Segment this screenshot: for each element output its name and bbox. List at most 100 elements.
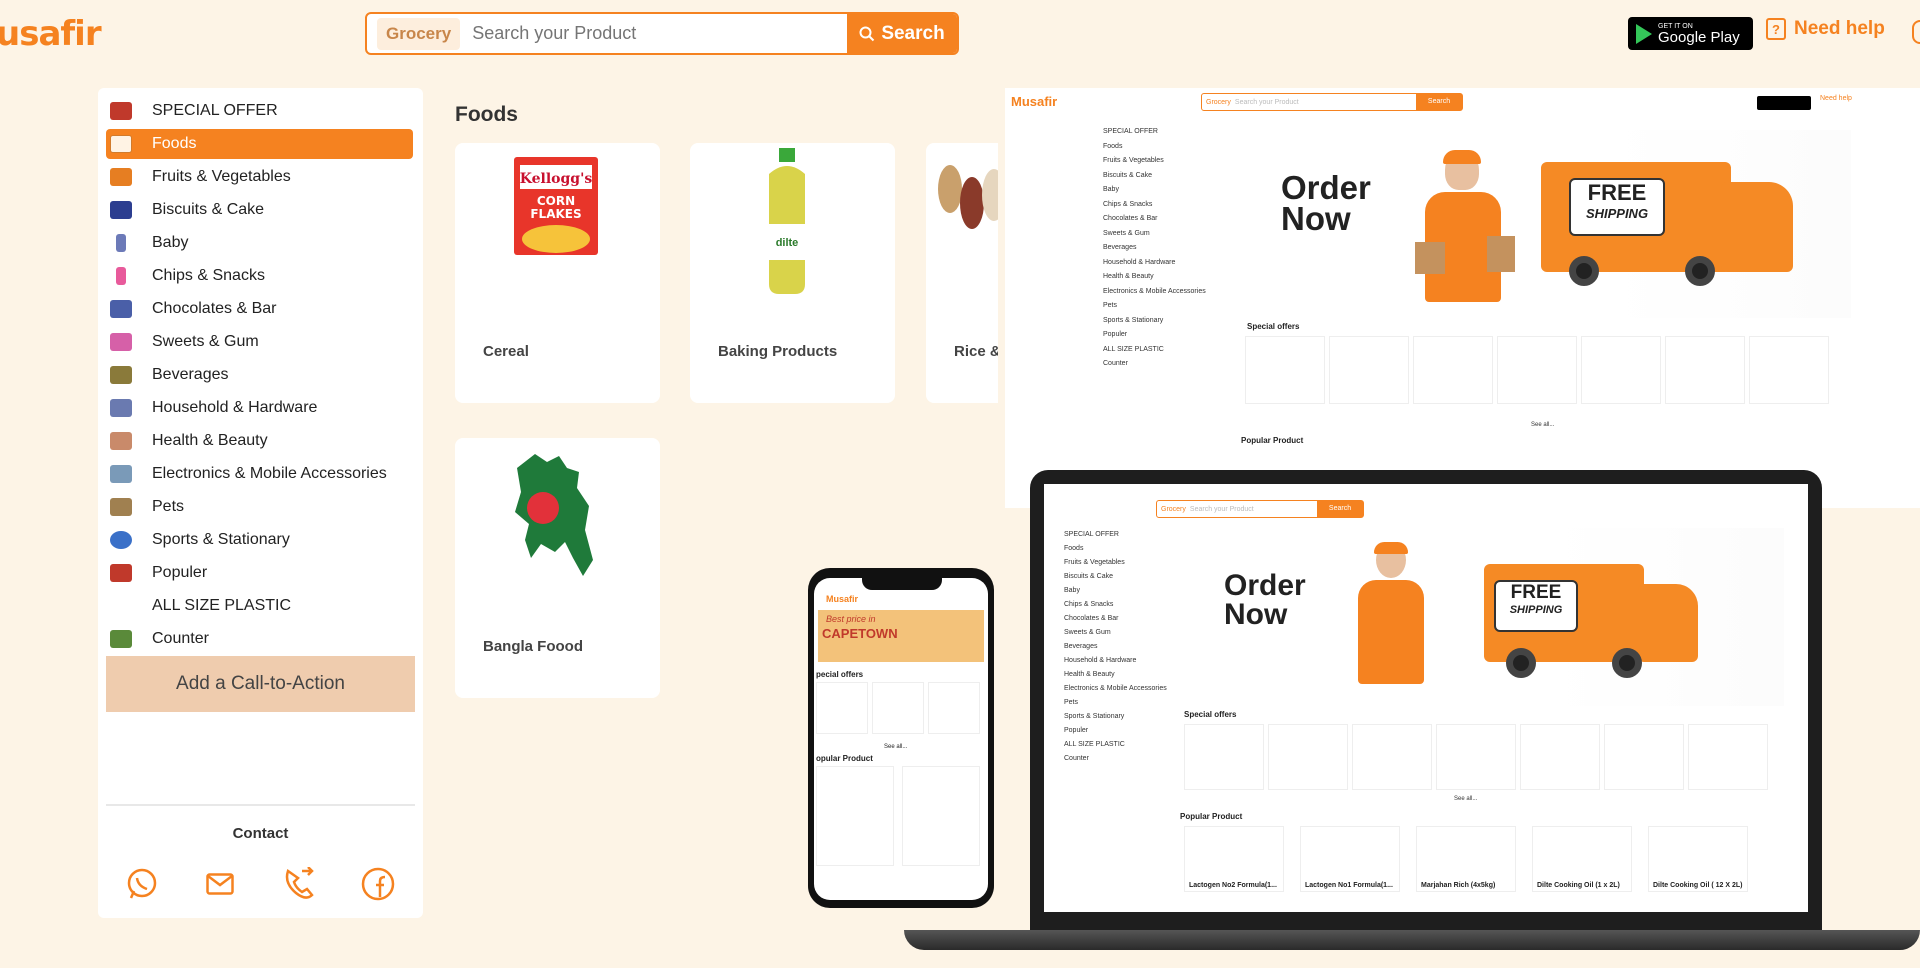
gplay-line2: Google Play [1658, 28, 1740, 46]
sidebar-item-electronics[interactable]: Electronics & Mobile Accessories [106, 459, 413, 489]
sidebar-item-health-beauty[interactable]: Health & Beauty [106, 426, 413, 456]
laptop-side-item: Populer [1064, 727, 1089, 734]
laptop-popular-title: Popular Product [1180, 812, 1243, 821]
mockup-side-item: SPECIAL OFFER [1103, 128, 1158, 135]
sidebar-item-beverages[interactable]: Beverages [106, 360, 413, 390]
login-icon[interactable] [1912, 20, 1920, 44]
laptop-side-item: Electronics & Mobile Accessories [1064, 685, 1167, 692]
mockup-side-item: Beverages [1103, 244, 1137, 251]
email-icon[interactable] [202, 866, 238, 902]
laptop-shipping-text: SHIPPING [1509, 604, 1563, 616]
sidebar-item-special-offer[interactable]: SPECIAL OFFER [106, 96, 413, 126]
need-help-link[interactable]: ? Need help [1766, 18, 1885, 40]
svg-text:Kellogg's: Kellogg's [520, 171, 593, 187]
sidebar-item-chips-snacks[interactable]: Chips & Snacks [106, 261, 413, 291]
brand-logo[interactable]: usafir [0, 14, 102, 54]
laptop-search: Grocery Search your Product Search [1156, 500, 1364, 518]
laptop-product-name: Dilte Cooking Oil (1 x 2L) [1537, 882, 1620, 889]
sidebar-item-foods[interactable]: Foods [106, 129, 413, 159]
google-play-icon [1636, 23, 1652, 44]
category-card-rice-clip: Rice & [920, 130, 998, 410]
whatsapp-icon[interactable] [124, 866, 160, 902]
sidebar-item-household-hardware[interactable]: Household & Hardware [106, 393, 413, 423]
call-to-action-button[interactable]: Add a Call-to-Action [106, 656, 415, 712]
sidebar-item-label: Fruits & Vegetables [152, 168, 291, 185]
chips-icon [116, 267, 126, 285]
mockup-side-item: Fruits & Vegetables [1103, 157, 1164, 164]
sidebar-item-label: Baby [152, 234, 189, 251]
mockup-help: Need help [1820, 95, 1852, 102]
laptop-side-item: Sweets & Gum [1064, 629, 1111, 636]
sidebar-item-label: Counter [152, 630, 209, 647]
sidebar-item-label: Pets [152, 498, 185, 515]
mockup-side-item: Chocolates & Bar [1103, 215, 1158, 222]
search-icon [859, 26, 875, 41]
laptop-screen: Grocery Search your Product Search SPECI… [1044, 484, 1808, 912]
laptop-product-name: Lactogen No1 Formula(1... [1305, 882, 1393, 889]
mockup-side-item: Foods [1103, 142, 1123, 150]
sidebar-item-counter[interactable]: Counter [106, 624, 413, 654]
phone-banner-city: CAPETOWN [822, 626, 898, 641]
sidebar-item-label: Health & Beauty [152, 432, 268, 449]
laptop-special-products [1184, 724, 1768, 790]
sidebar-item-label: Populer [152, 564, 208, 581]
laptop-side-item: Biscuits & Cake [1064, 573, 1114, 580]
sidebar-item-populer[interactable]: Populer [106, 558, 413, 588]
sidebar-item-sports-stationary[interactable]: Sports & Stationary [106, 525, 413, 555]
category-card-baking-products[interactable]: dilte Baking Products [690, 143, 895, 403]
sidebar-item-label: SPECIAL OFFER [152, 102, 278, 119]
sidebar-item-label: Electronics & Mobile Accessories [152, 465, 387, 482]
facebook-icon[interactable] [360, 866, 396, 902]
category-card-rice[interactable]: Rice & [926, 143, 998, 403]
laptop-side-item: SPECIAL OFFER [1064, 531, 1119, 538]
laptop-free-tag: FREE SHIPPING [1494, 580, 1578, 632]
mockup-search: Grocery Search your Product Search [1201, 93, 1463, 111]
mockup-side-item: Populer [1103, 331, 1128, 338]
svg-text:dilte: dilte [776, 237, 799, 249]
search-button[interactable]: Search [847, 14, 957, 53]
phone-special-products [816, 682, 980, 734]
free-text: FREE [1587, 180, 1647, 205]
phone-screen: Musafir Best price in CAPETOWN pecial of… [814, 578, 988, 900]
sidebar-item-label: ALL SIZE PLASTIC [152, 597, 292, 614]
baby-icon [116, 234, 126, 252]
laptop-order-now: Order Now [1224, 571, 1306, 629]
laptop-search-button: Search [1317, 501, 1363, 517]
mockup-search-category: Grocery [1206, 98, 1231, 106]
category-card-cereal[interactable]: Kellogg's CORN FLAKES Cereal [455, 143, 660, 403]
category-sidebar: SPECIAL OFFER Foods Fruits & Vegetables … [98, 88, 423, 918]
laptop-side-item: Fruits & Vegetables [1064, 559, 1125, 566]
svg-text:FLAKES: FLAKES [530, 207, 581, 221]
google-play-badge[interactable]: GET IT ON Google Play [1628, 17, 1753, 50]
sidebar-item-label: Chips & Snacks [152, 267, 265, 284]
search-category-select[interactable]: Grocery [377, 17, 461, 50]
sidebar-item-pets[interactable]: Pets [106, 492, 413, 522]
mockup-side-item: Household & Hardware [1103, 258, 1176, 266]
laptop-side-item: Health & Beauty [1064, 671, 1115, 678]
category-name: Cereal [483, 343, 529, 360]
sidebar-item-baby[interactable]: Baby [106, 228, 413, 258]
mockup-side-item: Sweets & Gum [1103, 229, 1150, 237]
laptop-side-item: Household & Hardware [1064, 657, 1137, 664]
phone-call-icon[interactable] [281, 866, 317, 902]
banner-title-line1: Order [1281, 169, 1371, 206]
search-input[interactable] [460, 23, 847, 44]
sidebar-item-sweets-gum[interactable]: Sweets & Gum [106, 327, 413, 357]
sidebar-item-all-size-plastic[interactable]: ALL SIZE PLASTIC [106, 591, 413, 621]
category-card-bangla-foood[interactable]: Bangla Foood [455, 438, 660, 698]
laptop-sidebar: SPECIAL OFFER Foods Fruits & Vegetables … [1064, 528, 1194, 766]
laptop-base [904, 930, 1920, 950]
sidebar-item-biscuits-cake[interactable]: Biscuits & Cake [106, 195, 413, 225]
free-shipping-tag: FREE SHIPPING [1569, 178, 1665, 236]
sidebar-item-label: Sweets & Gum [152, 333, 259, 350]
sidebar-item-chocolates-bar[interactable]: Chocolates & Bar [106, 294, 413, 324]
help-icon: ? [1766, 18, 1786, 40]
sidebar-item-label: Beverages [152, 366, 229, 383]
sidebar-item-fruits-vegetables[interactable]: Fruits & Vegetables [106, 162, 413, 192]
need-help-label: Need help [1794, 18, 1885, 39]
mockup-side-item: Health & Beauty [1103, 273, 1154, 280]
phone-logo: Musafir [826, 594, 859, 604]
mockup-gplay [1757, 96, 1811, 110]
truck-wheel [1569, 256, 1599, 286]
search-button-label: Search [881, 22, 945, 44]
